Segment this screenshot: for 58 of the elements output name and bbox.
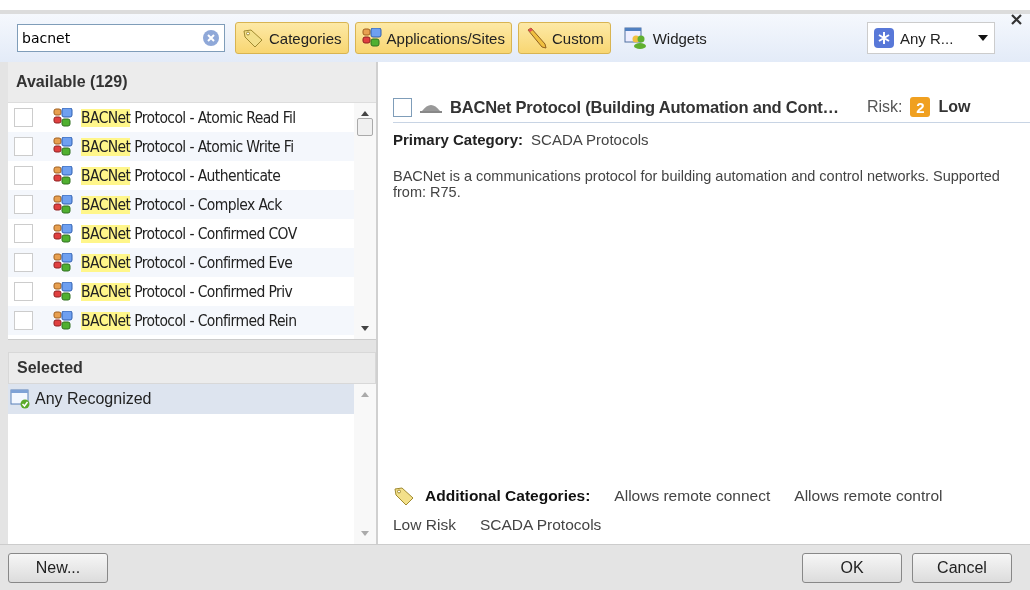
checkbox[interactable] — [14, 195, 33, 214]
up-arrow-icon[interactable] — [361, 111, 369, 116]
risk-text: Low — [938, 98, 971, 116]
application-name[interactable]: BACNet Protocol - Authenticate — [81, 166, 281, 185]
apps-icon — [53, 107, 73, 128]
category-tag: Allows remote control — [794, 487, 943, 505]
field-label: Additional Categories: — [425, 487, 591, 505]
filter-button[interactable]: Categories — [235, 22, 349, 54]
description: BACNet is a communications protocol for building automation and control networks. Supported from: R75. — [393, 168, 1001, 200]
category-tag: Allows remote connect — [614, 487, 771, 505]
apps-icon — [53, 281, 73, 302]
close-icon[interactable] — [1011, 14, 1022, 25]
scrollbar[interactable] — [354, 103, 376, 339]
risk-label: Risk: — [866, 98, 903, 116]
apps-icon — [53, 310, 73, 331]
application-name[interactable]: BACNet Protocol - Confirmed Priv — [81, 282, 293, 301]
window-check-icon — [10, 389, 32, 409]
clear-icon[interactable] — [203, 30, 219, 46]
filter-button[interactable]: Applications/Sites — [354, 22, 512, 54]
search-field[interactable]: bacnet — [17, 24, 225, 52]
checkbox[interactable] — [14, 137, 33, 156]
checkbox[interactable] — [14, 166, 33, 185]
application-name[interactable]: BACNet Protocol - Confirmed COV — [81, 224, 297, 243]
ok-button[interactable]: OK — [802, 552, 902, 583]
checkbox[interactable] — [14, 224, 33, 243]
filter-button[interactable]: Custom — [517, 22, 611, 54]
apps-icon — [53, 136, 73, 157]
field-label: Primary Category: — [393, 131, 524, 148]
selected-item[interactable]: Any Recognized — [8, 384, 354, 414]
apps-icon — [53, 165, 73, 186]
new-button[interactable]: New... — [8, 552, 108, 583]
category-tag: SCADA Protocols — [479, 516, 602, 534]
field-value: SCADA Protocols — [531, 131, 649, 148]
checkbox[interactable] — [393, 97, 412, 117]
filter-button[interactable]: Widgets — [616, 22, 714, 54]
risk-dropdown[interactable]: Any R... — [867, 22, 995, 54]
asterisk-icon — [874, 28, 894, 48]
scroll-thumb[interactable] — [357, 118, 373, 136]
tag-icon — [242, 28, 264, 48]
apps-icon — [361, 28, 382, 48]
apps-icon — [53, 223, 73, 244]
apps-icon — [53, 194, 73, 215]
checkbox[interactable] — [14, 253, 33, 272]
apps-icon — [53, 252, 73, 273]
checkbox[interactable] — [14, 311, 33, 330]
cancel-button[interactable]: Cancel — [912, 552, 1012, 583]
down-arrow-icon[interactable] — [361, 326, 369, 331]
risk-badge: 2 — [910, 97, 931, 117]
tag-icon — [393, 486, 415, 506]
application-name[interactable]: BACNet Protocol - Atomic Read Fil — [81, 108, 296, 127]
panel-header: Selected — [8, 352, 376, 384]
checkbox[interactable] — [14, 108, 33, 127]
widgets-icon — [623, 27, 648, 49]
checkbox[interactable] — [14, 282, 33, 301]
panel-header: Available (129) — [8, 62, 376, 103]
caret-icon — [978, 35, 988, 41]
category-tag: Low Risk — [393, 516, 456, 534]
application-title: BACNet Protocol (Building Automation and Cont… — [450, 97, 839, 117]
